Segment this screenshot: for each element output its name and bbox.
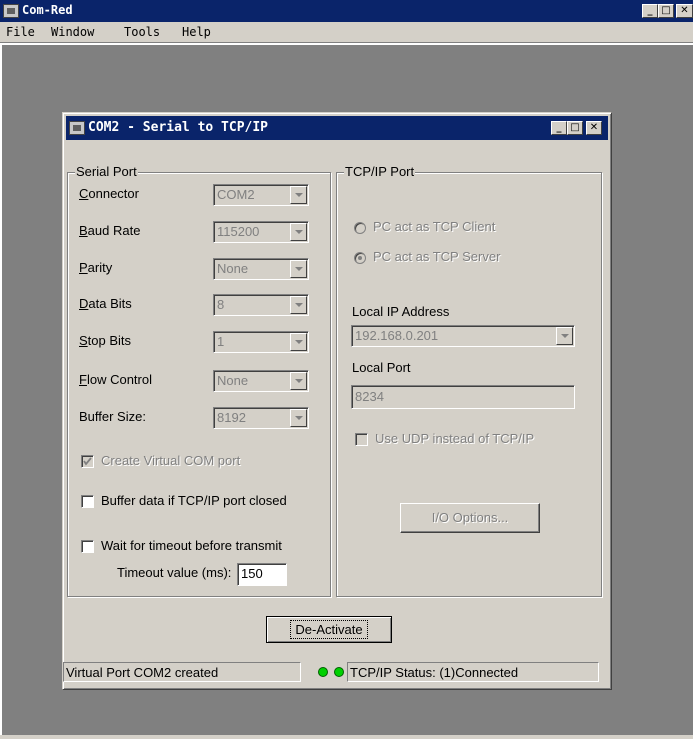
child-minimize-button[interactable]: _ — [551, 121, 567, 135]
connector-label: Connector — [79, 186, 139, 201]
tcp-server-label: PC act as TCP Server — [373, 249, 501, 264]
stop-bits-label: Stop Bits — [79, 333, 132, 348]
app-icon — [3, 4, 19, 18]
menu-bar: File Window Tools Help — [0, 22, 693, 42]
local-ip-combo[interactable]: 192.168.0.201 — [351, 325, 575, 347]
app-maximize-button[interactable]: □ — [658, 4, 674, 18]
flow-control-label: Flow Control — [79, 372, 152, 387]
buffer-size-dropdown-icon[interactable] — [290, 409, 307, 427]
menu-file[interactable]: File — [6, 25, 35, 39]
serial-port-legend: Serial Port — [75, 164, 138, 179]
local-ip-dropdown-icon[interactable] — [556, 327, 573, 345]
tcp-client-radio[interactable] — [354, 222, 366, 234]
buffer-size-label: Buffer Size: — [79, 409, 146, 424]
child-maximize-button[interactable]: □ — [567, 121, 583, 135]
baud-rate-dropdown-icon[interactable] — [290, 223, 307, 241]
check-mark-icon — [83, 457, 92, 466]
io-options-button[interactable]: I/O Options... — [400, 503, 540, 533]
parity-combo[interactable]: None — [213, 258, 309, 280]
parity-label: Parity — [79, 260, 113, 275]
connector-dropdown-icon[interactable] — [290, 186, 307, 204]
menu-window[interactable]: Window — [51, 25, 94, 39]
data-bits-label: Data Bits — [79, 296, 132, 311]
tcp-ip-port-legend: TCP/IP Port — [344, 164, 416, 179]
baud-rate-label: Baud Rate — [79, 223, 141, 238]
serial-to-tcp-window: COM2 - Serial to TCP/IP _ □ ✕ Serial Por… — [62, 112, 612, 690]
child-window-icon — [69, 121, 85, 135]
wait-timeout-label: Wait for timeout before transmit — [101, 538, 282, 553]
child-titlebar[interactable]: COM2 - Serial to TCP/IP _ □ ✕ — [66, 116, 608, 140]
tcp-client-label: PC act as TCP Client — [373, 219, 496, 234]
menu-separator — [0, 42, 693, 44]
app-bottom-border — [0, 735, 693, 739]
local-port-input[interactable]: 8234 — [351, 385, 575, 409]
menu-tools[interactable]: Tools — [124, 25, 160, 39]
parity-dropdown-icon[interactable] — [290, 260, 307, 278]
flow-control-combo[interactable]: None — [213, 370, 309, 392]
use-udp-checkbox[interactable] — [355, 433, 368, 446]
status-right-panel: TCP/IP Status: (1)Connected — [347, 662, 599, 682]
create-virtual-com-checkbox[interactable] — [81, 455, 94, 468]
local-port-label: Local Port — [352, 360, 411, 375]
menu-help[interactable]: Help — [182, 25, 211, 39]
status-led-1-icon — [318, 667, 328, 677]
app-minimize-button[interactable]: _ — [642, 4, 658, 18]
status-led-2-icon — [334, 667, 344, 677]
connector-combo[interactable]: COM2 — [213, 184, 309, 206]
buffer-size-combo[interactable]: 8192 — [213, 407, 309, 429]
local-ip-label: Local IP Address — [352, 304, 450, 319]
status-left-panel: Virtual Port COM2 created — [63, 662, 301, 682]
wait-timeout-checkbox[interactable] — [81, 540, 94, 553]
stop-bits-dropdown-icon[interactable] — [290, 333, 307, 351]
app-titlebar[interactable]: Com-Red _ □ ✕ — [0, 0, 693, 22]
baud-rate-combo[interactable]: 115200 — [213, 221, 309, 243]
buffer-data-checkbox[interactable] — [81, 495, 94, 508]
app-title: Com-Red — [22, 3, 73, 17]
stop-bits-combo[interactable]: 1 — [213, 331, 309, 353]
data-bits-combo[interactable]: 8 — [213, 294, 309, 316]
create-virtual-com-label: Create Virtual COM port — [101, 453, 241, 468]
tcp-server-radio[interactable] — [354, 252, 366, 264]
data-bits-dropdown-icon[interactable] — [290, 296, 307, 314]
flow-control-dropdown-icon[interactable] — [290, 372, 307, 390]
buffer-data-label: Buffer data if TCP/IP port closed — [101, 493, 287, 508]
timeout-value-input[interactable]: 150 — [237, 563, 287, 586]
app-close-button[interactable]: ✕ — [676, 4, 693, 18]
child-close-button[interactable]: ✕ — [586, 121, 602, 135]
timeout-value-label: Timeout value (ms): — [117, 565, 232, 580]
child-title: COM2 - Serial to TCP/IP — [88, 120, 269, 135]
use-udp-label: Use UDP instead of TCP/IP — [375, 431, 535, 446]
deactivate-button[interactable]: De-Activate — [266, 616, 392, 643]
